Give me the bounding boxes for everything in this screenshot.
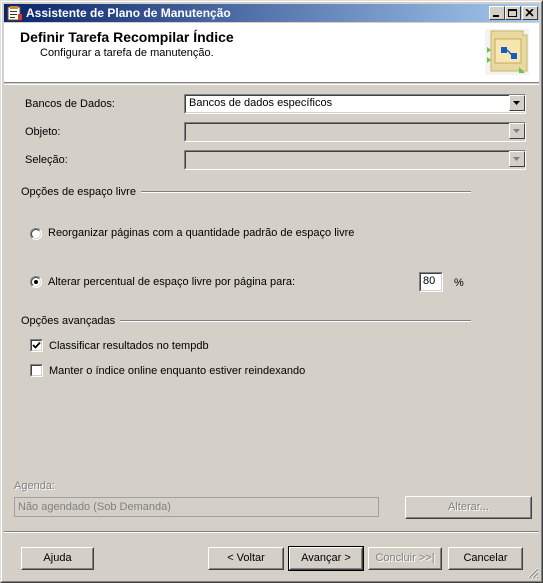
object-select[interactable] (184, 122, 526, 142)
minimize-icon (493, 15, 499, 17)
footer-divider (4, 531, 539, 533)
advanced-options-divider (120, 320, 471, 322)
schedule-field: Não agendado (Sob Demanda) (14, 497, 379, 517)
close-icon (525, 9, 534, 17)
wizard-header: Definir Tarefa Recompilar Índice Configu… (4, 23, 539, 83)
advanced-options-group-label: Opções avançadas (21, 315, 116, 327)
reorganize-radio-label[interactable]: Reorganizar páginas com a quantidade pad… (48, 227, 354, 239)
cancel-button[interactable]: Cancelar (448, 547, 523, 570)
sort-tempdb-label[interactable]: Classificar resultados no tempdb (49, 340, 209, 352)
chevron-down-icon (513, 157, 520, 161)
help-button[interactable]: Ajuda (21, 547, 94, 570)
cancel-button-label: Cancelar (463, 552, 508, 564)
percent-unit-label: % (454, 277, 464, 289)
selection-dropdown-button[interactable] (509, 151, 525, 167)
close-button[interactable] (522, 6, 538, 20)
databases-select[interactable]: Bancos de dados específicos (184, 94, 526, 114)
finish-button-label: Concluir >>| (375, 552, 435, 564)
next-button[interactable]: Avançar > (288, 546, 364, 571)
next-button-label: Avançar > (301, 552, 351, 564)
chevron-down-icon (513, 101, 520, 105)
object-dropdown-button[interactable] (509, 123, 525, 139)
databases-dropdown-button[interactable] (509, 95, 525, 111)
title-bar[interactable]: Assistente de Plano de Manutenção (4, 4, 539, 22)
wizard-window: Assistente de Plano de Manutenção Defini… (0, 0, 543, 583)
databases-label: Bancos de Dados: (25, 98, 115, 110)
change-percent-radio-label[interactable]: Alterar percentual de espaço livre por p… (48, 276, 295, 288)
change-percent-radio[interactable] (30, 276, 42, 288)
selection-select[interactable] (184, 150, 526, 170)
keep-online-label[interactable]: Manter o índice online enquanto estiver … (49, 365, 305, 377)
window-title: Assistente de Plano de Manutenção (26, 6, 231, 20)
finish-button[interactable]: Concluir >>| (368, 547, 442, 570)
maintenance-plan-icon (485, 29, 529, 75)
chevron-down-icon (513, 129, 520, 133)
change-schedule-button-label: Alterar... (448, 501, 489, 513)
back-button[interactable]: < Voltar (208, 547, 284, 570)
reorganize-radio[interactable] (30, 228, 42, 240)
free-space-percent-input[interactable]: 80 (419, 272, 443, 292)
keep-online-checkbox[interactable] (30, 364, 43, 377)
change-schedule-button[interactable]: Alterar... (405, 496, 532, 519)
minimize-button[interactable] (489, 6, 505, 20)
maximize-icon (508, 9, 517, 17)
maximize-button[interactable] (505, 6, 521, 20)
resize-grip-icon[interactable] (527, 567, 539, 579)
selection-label: Seleção: (25, 154, 68, 166)
object-label: Objeto: (25, 126, 61, 138)
databases-select-value: Bancos de dados específicos (189, 97, 333, 109)
checkmark-icon (32, 341, 41, 349)
free-space-divider (141, 191, 471, 193)
free-space-percent-value: 80 (423, 275, 436, 287)
back-button-label: < Voltar (227, 552, 265, 564)
free-space-group-label: Opções de espaço livre (21, 186, 136, 198)
page-title: Definir Tarefa Recompilar Índice (20, 29, 234, 45)
schedule-value: Não agendado (Sob Demanda) (18, 501, 171, 513)
help-button-label: Ajuda (43, 552, 72, 564)
radio-selected-dot (34, 280, 38, 284)
wizard-app-icon (7, 6, 22, 21)
schedule-label: Agenda: (14, 480, 55, 492)
sort-tempdb-checkbox[interactable] (30, 339, 43, 352)
page-subtitle: Configurar a tarefa de manutenção. (40, 47, 214, 59)
